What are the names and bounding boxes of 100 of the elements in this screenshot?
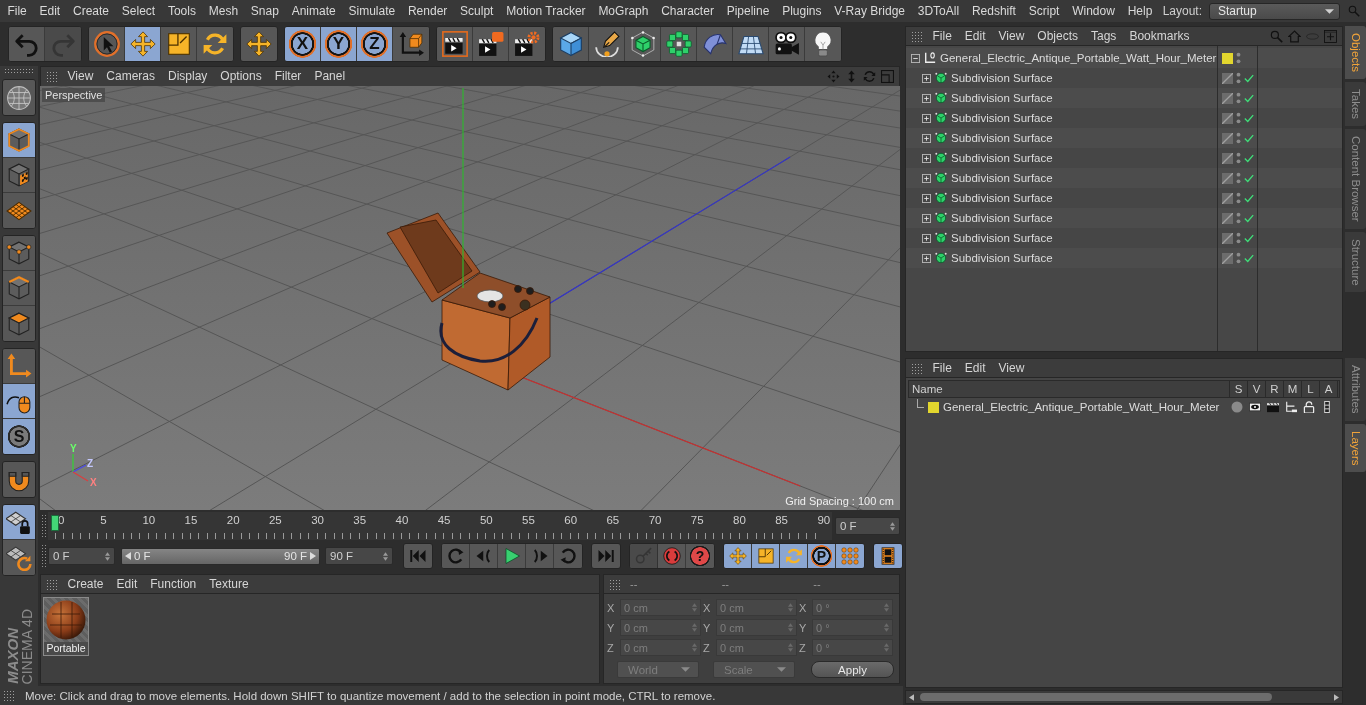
menu-item[interactable]: Motion Tracker [499, 1, 592, 21]
menu-item[interactable]: Options [213, 69, 269, 84]
hierarchy-icon[interactable] [1285, 401, 1297, 413]
menu-item[interactable]: Edit [33, 1, 67, 21]
menu-item[interactable]: Script [1022, 1, 1066, 21]
check-icon[interactable] [1244, 133, 1254, 143]
current-frame-field[interactable]: 0 F [835, 517, 900, 535]
plus-box-icon[interactable] [922, 133, 931, 143]
two-dots-icon[interactable] [1236, 152, 1241, 164]
lock-workplane-button[interactable] [3, 505, 35, 540]
menu-item[interactable]: Mesh [202, 1, 245, 21]
undo-button[interactable] [9, 27, 45, 61]
check-icon[interactable] [1244, 173, 1254, 183]
two-dots-icon[interactable] [1236, 252, 1241, 264]
minus-box-icon[interactable] [911, 53, 920, 63]
check-icon[interactable] [1244, 153, 1254, 163]
menu-item[interactable]: Snap [244, 1, 286, 21]
menu-item[interactable]: Objects [1030, 28, 1085, 44]
plus-box-icon[interactable] [922, 153, 931, 163]
menu-item[interactable]: Help [1121, 1, 1159, 21]
scrollbar-thumb[interactable] [920, 693, 1272, 701]
two-dots-icon[interactable] [1236, 212, 1241, 224]
two-dots-icon[interactable] [1236, 112, 1241, 124]
menu-item[interactable]: Create [61, 576, 111, 592]
padlock-open-icon[interactable] [1303, 401, 1315, 413]
menu-item[interactable]: Edit [110, 576, 144, 592]
start-frame-field[interactable]: 0 F [48, 547, 115, 565]
layer-row[interactable]: General_Electric_Antique_Portable_Watt_Hour_Meter [908, 398, 1340, 416]
viewport-canvas[interactable]: Perspective Grid Spacing : 100 cm Y Z X [40, 86, 900, 510]
menu-item[interactable]: Window [1065, 1, 1122, 21]
column-header[interactable]: Name [909, 381, 1229, 397]
menu-item[interactable]: File [926, 28, 959, 44]
object-row[interactable]: General_Electric_Antique_Portable_Watt_Hour_Meter [906, 48, 1342, 68]
previous-key-button[interactable] [442, 544, 470, 568]
menu-item[interactable]: Character [654, 1, 721, 21]
column-header[interactable]: L [1301, 381, 1319, 397]
side-tab[interactable]: Attributes [1345, 358, 1366, 421]
axis-lock-button[interactable]: X [285, 27, 321, 61]
timeline-ruler[interactable]: 0 5 10 15 20 25 30 35 40 45 50 55 60 65 70 75 80 85 90 [48, 512, 832, 540]
two-dots-icon[interactable] [1236, 232, 1241, 244]
range-slider[interactable]: 0 F 90 F [121, 547, 320, 565]
two-dots-icon[interactable] [1236, 52, 1241, 64]
menu-item[interactable]: Edit [958, 360, 993, 376]
menu-item[interactable]: Plugins [775, 1, 828, 21]
two-dots-icon[interactable] [1236, 72, 1241, 84]
check-icon[interactable] [1244, 73, 1254, 83]
menu-item[interactable]: Panel [307, 69, 352, 84]
menu-item[interactable]: Render [401, 1, 454, 21]
check-icon[interactable] [1244, 113, 1254, 123]
plus-box-icon[interactable] [922, 173, 931, 183]
timeline-window-button[interactable] [874, 544, 902, 568]
check-icon[interactable] [1244, 193, 1254, 203]
two-dots-icon[interactable] [1236, 192, 1241, 204]
playhead[interactable] [51, 515, 59, 531]
key-position-button[interactable] [724, 544, 752, 568]
column-header[interactable]: R [1265, 381, 1283, 397]
check-icon[interactable] [1244, 233, 1254, 243]
snap-button[interactable] [3, 462, 35, 497]
column-header[interactable]: V [1247, 381, 1265, 397]
key-rotation-button[interactable] [780, 544, 808, 568]
menu-item[interactable]: Cameras [99, 69, 162, 84]
menu-item[interactable]: V-Ray Bridge [827, 1, 912, 21]
menu-item[interactable]: Redshift [965, 1, 1023, 21]
solo-button[interactable]: S [3, 419, 35, 454]
menu-item[interactable]: Filter [268, 69, 308, 84]
object-row[interactable]: Subdivision Surface [906, 88, 1342, 108]
eye-icon[interactable] [1249, 401, 1261, 413]
side-tab[interactable]: Structure [1345, 231, 1366, 293]
two-dots-icon[interactable] [1236, 92, 1241, 104]
column-header[interactable]: M [1283, 381, 1301, 397]
cube-button[interactable] [553, 27, 589, 61]
menu-item[interactable]: Select [115, 1, 162, 21]
object-row[interactable]: Subdivision Surface [906, 128, 1342, 148]
object-row[interactable]: Subdivision Surface [906, 168, 1342, 188]
render-view-button[interactable] [437, 27, 473, 61]
side-tab[interactable]: Objects [1345, 26, 1366, 79]
menu-item[interactable]: Tags [1084, 28, 1123, 44]
menu-item[interactable]: Animate [285, 1, 343, 21]
horizontal-scrollbar[interactable] [905, 690, 1343, 704]
object-row[interactable]: Subdivision Surface [906, 248, 1342, 268]
object-row[interactable]: Subdivision Surface [906, 208, 1342, 228]
axis-mode-button[interactable] [3, 349, 35, 384]
menu-item[interactable]: Bookmarks [1122, 28, 1196, 44]
column-header[interactable]: A [1319, 381, 1337, 397]
side-tab[interactable]: Layers [1345, 423, 1366, 473]
tweak-mode-button[interactable] [3, 384, 35, 419]
menu-item[interactable]: View [992, 28, 1031, 44]
layout-dropdown[interactable]: Startup [1209, 2, 1340, 20]
menu-item[interactable]: File [1, 1, 34, 21]
menu-item[interactable]: File [926, 360, 959, 376]
two-dots-icon[interactable] [1236, 172, 1241, 184]
menu-item[interactable]: 3DToAll [911, 1, 966, 21]
side-tab[interactable]: Content Browser [1345, 129, 1366, 229]
key-parameter-button[interactable]: P [808, 544, 836, 568]
column-header[interactable]: S [1229, 381, 1247, 397]
scroll-right-icon[interactable] [1334, 693, 1339, 701]
menu-item[interactable]: Create [66, 1, 116, 21]
menu-item[interactable]: View [61, 69, 100, 84]
material-tile[interactable]: Portable [43, 597, 89, 656]
menu-item[interactable]: Display [161, 69, 214, 84]
